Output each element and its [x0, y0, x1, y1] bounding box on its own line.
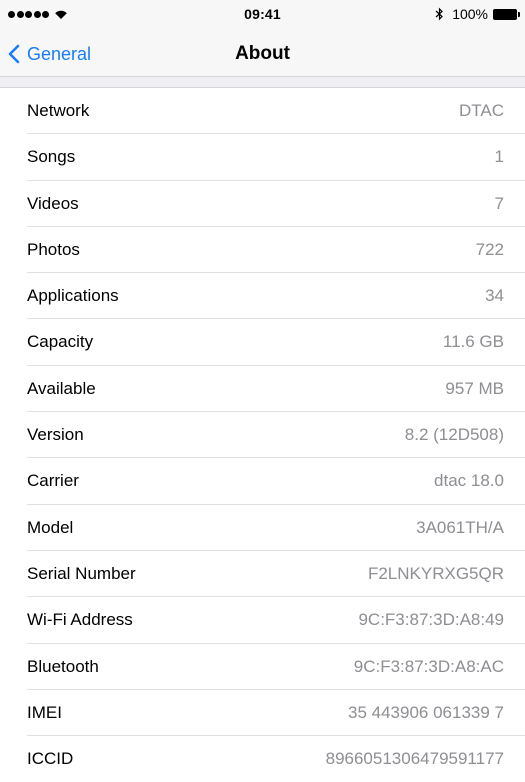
row-label: Videos: [27, 193, 79, 213]
row-value: 9C:F3:87:3D:A8:49: [358, 610, 504, 630]
row-label: Applications: [27, 286, 119, 306]
row-label: Songs: [27, 147, 76, 167]
chevron-left-icon: [8, 44, 20, 64]
back-button[interactable]: General: [8, 36, 91, 72]
bluetooth-icon: [435, 7, 444, 21]
list-item[interactable]: IMEI 35 443906 061339 7: [0, 690, 525, 737]
row-label: IMEI: [27, 702, 62, 722]
row-value: 1: [494, 147, 504, 167]
row-value: 9C:F3:87:3D:A8:AC: [353, 656, 504, 676]
row-label: Photos: [27, 239, 80, 259]
list-item[interactable]: Wi-Fi Address 9C:F3:87:3D:A8:49: [0, 597, 525, 644]
row-value: 35 443906 061339 7: [348, 702, 504, 722]
row-label: Serial Number: [27, 563, 136, 583]
battery-icon: [493, 8, 520, 20]
status-bar: 09:41 100%: [0, 0, 525, 36]
list-item[interactable]: Network DTAC: [0, 88, 525, 135]
row-label: Available: [27, 378, 96, 398]
row-label: Network: [27, 101, 90, 120]
list-item[interactable]: Bluetooth 9C:F3:87:3D:A8:AC: [0, 644, 525, 690]
row-value: 957 MB: [445, 378, 504, 398]
row-label: ICCID: [27, 749, 74, 769]
row-value: 89660513064795911​77: [325, 749, 504, 769]
list-item[interactable]: Capacity 11.6 GB: [0, 319, 525, 366]
list-item[interactable]: Version 8.2 (12D508): [0, 412, 525, 459]
row-value: 34: [485, 286, 504, 306]
back-button-label: General: [27, 43, 92, 64]
list-item[interactable]: Serial Number F2LNKYRXG5QR: [0, 551, 525, 598]
row-value: F2LNKYRXG5QR: [367, 563, 504, 583]
list-item[interactable]: Videos 7: [0, 181, 525, 227]
row-value: 11.6 GB: [442, 332, 504, 352]
row-label: Bluetooth: [27, 656, 99, 676]
row-value: 7: [494, 193, 504, 213]
row-label: Capacity: [27, 332, 94, 352]
row-value: DTAC: [458, 101, 504, 120]
about-info-list: Network DTAC Songs 1 Videos 7 Photos 722 Applica…: [0, 87, 525, 782]
list-item[interactable]: Carrier dtac 18.0: [0, 458, 525, 505]
list-item[interactable]: Photos 722: [0, 227, 525, 274]
list-item[interactable]: Applications 34: [0, 273, 525, 320]
list-item[interactable]: Songs 1: [0, 134, 525, 181]
row-value: dtac 18.0: [434, 471, 504, 491]
row-label: Wi-Fi Address: [27, 610, 133, 630]
list-item[interactable]: Model 3A061TH/A: [0, 505, 525, 551]
row-value: 722: [475, 239, 504, 259]
battery-percentage: 100%: [452, 6, 488, 22]
row-value: 3A061TH/A: [416, 517, 504, 537]
row-label: Model: [27, 517, 74, 537]
row-value: 8.2 (12D508): [404, 425, 504, 445]
row-label: Carrier: [27, 471, 79, 491]
navigation-bar: General About: [0, 36, 525, 77]
list-item[interactable]: ICCID 89660513064795911​77: [0, 736, 525, 782]
status-right: 100%: [435, 6, 520, 22]
row-label: Version: [27, 425, 84, 445]
list-item[interactable]: Available 957 MB: [0, 366, 525, 413]
